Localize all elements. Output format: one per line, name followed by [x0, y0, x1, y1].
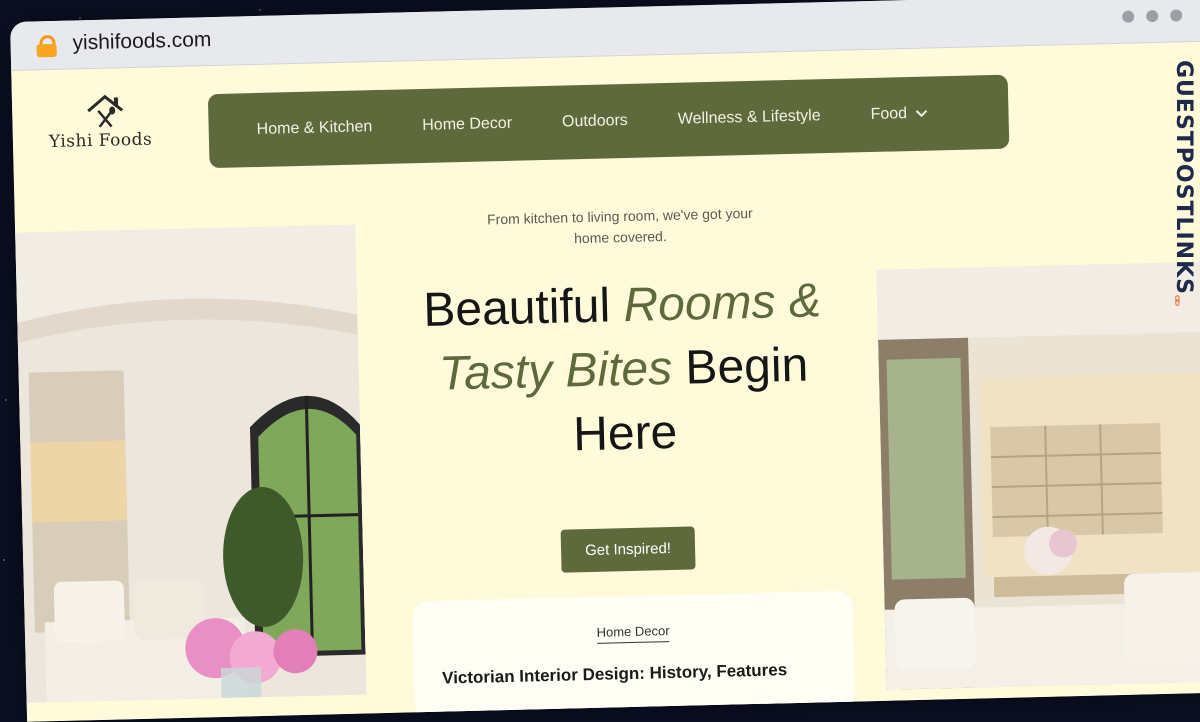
nav-food-label: Food: [870, 105, 908, 123]
headline-part-3: Here: [572, 405, 678, 462]
headline-part-2: Begin: [671, 338, 809, 395]
headline-italic-2: Tasty Bites: [438, 341, 673, 401]
hero-headline: Beautiful Rooms & Tasty Bites Begin Here: [376, 268, 871, 472]
brand-name: Yishi Foods: [48, 129, 153, 153]
nav-outdoors[interactable]: Outdoors: [562, 112, 628, 132]
window-menu-dots[interactable]: [1122, 9, 1183, 23]
web-page: Yishi Foods Home & Kitchen Home Decor Ou…: [11, 41, 1200, 722]
nav-home-kitchen[interactable]: Home & Kitchen: [256, 118, 372, 139]
dot-icon: [1170, 9, 1183, 22]
post-category-label: Home Decor: [596, 623, 670, 644]
post-title[interactable]: Victorian Interior Design: History, Feat…: [442, 660, 788, 688]
headline-italic-1: Rooms &: [622, 274, 822, 333]
site-logo[interactable]: Yishi Foods: [48, 91, 169, 154]
hero-image-living-room: [15, 224, 367, 703]
nav-home-decor[interactable]: Home Decor: [422, 115, 512, 135]
hero-image-kitchen-lounge: [876, 261, 1200, 690]
lock-icon: [36, 34, 57, 58]
hero-subtitle: From kitchen to living room, we've got y…: [486, 204, 753, 247]
house-fork-spoon-icon: [87, 94, 124, 128]
dot-icon: [1146, 9, 1159, 23]
chevron-down-icon: [915, 109, 927, 118]
link-chain-icon: [1175, 295, 1180, 306]
nav-wellness-lifestyle[interactable]: Wellness & Lifestyle: [678, 107, 821, 128]
address-bar[interactable]: yishifoods.com: [72, 28, 211, 55]
headline-part-1: Beautiful: [422, 279, 625, 337]
browser-window: yishifoods.com Yishi Foods Home & Kitche…: [10, 0, 1200, 722]
post-category[interactable]: Home Decor: [413, 619, 853, 645]
hero-section: From kitchen to living room, we've got y…: [375, 200, 874, 577]
main-navigation: Home & Kitchen Home Decor Outdoors Welln…: [207, 74, 1010, 169]
nav-food-dropdown[interactable]: Food: [870, 105, 927, 124]
dot-icon: [1122, 10, 1135, 23]
featured-post-card[interactable]: Home Decor Victorian Interior Design: Hi…: [412, 590, 856, 722]
get-inspired-button[interactable]: Get Inspired!: [560, 526, 696, 573]
watermark-text: GUESTPOSTLINKS: [1171, 60, 1196, 295]
